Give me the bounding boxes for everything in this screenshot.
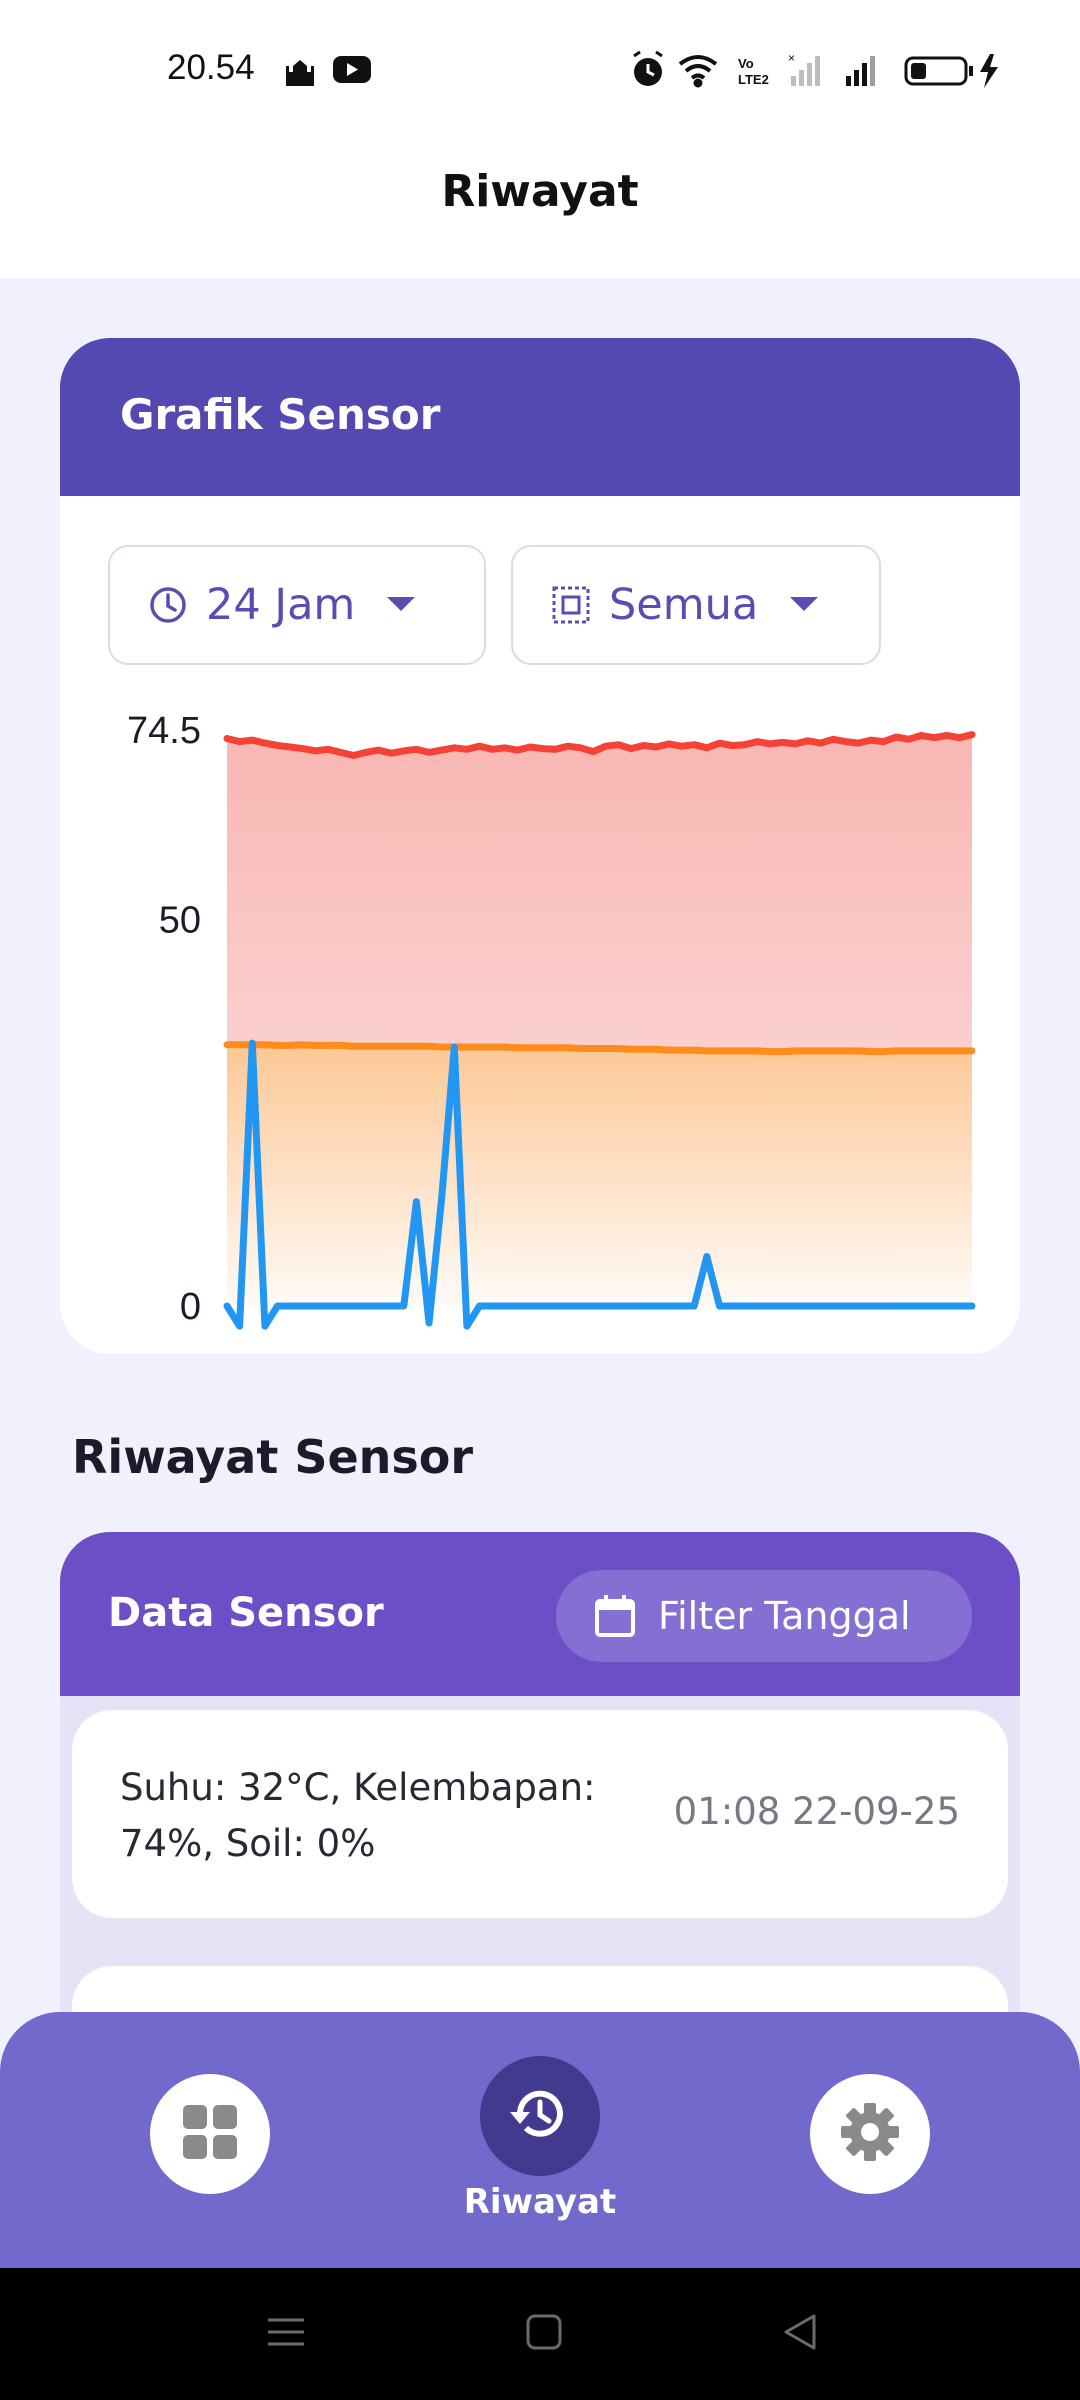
battery-icon (904, 56, 973, 86)
nav-history-button[interactable] (480, 2056, 600, 2176)
alarm-icon (633, 50, 663, 86)
nav-settings-button[interactable] (810, 2074, 930, 2194)
back-icon[interactable] (780, 2312, 820, 2356)
status-left-icons (285, 52, 375, 92)
nav-history-label: Riwayat (463, 2182, 617, 2222)
system-navigation-bar (0, 2268, 1080, 2400)
signal-weak-icon: × (788, 51, 820, 86)
filter-date-label: Filter Tanggal (658, 1594, 911, 1638)
nav-dashboard-button[interactable] (150, 2074, 270, 2194)
menu-icon[interactable] (266, 2312, 306, 2356)
list-item[interactable] (72, 1966, 1008, 2012)
sensor-reading-text: Suhu: 32°C, Kelembapan: 74%, Soil: 0% (120, 1766, 596, 1865)
sensor-reading-time: 01:08 22-09-25 (673, 1790, 960, 1833)
status-right-icons: Vo LTE2 × (628, 50, 1008, 94)
youtube-icon (333, 56, 371, 83)
calendar-icon (594, 1594, 636, 1638)
svg-text:×: × (788, 51, 795, 65)
mosque-icon (286, 60, 314, 86)
history-icon (508, 2082, 572, 2150)
page-title: Riwayat (441, 166, 639, 217)
charging-icon (980, 54, 998, 88)
dashboard-icon (182, 2104, 238, 2164)
wifi-icon (678, 55, 718, 88)
sensor-history-panel: Data Sensor Filter Tanggal Suhu: 32°C, K… (60, 1532, 1020, 2012)
app-bar: Riwayat (0, 140, 1080, 278)
y-tick-label: 50 (159, 899, 201, 941)
status-bar: 20.54 Vo LTE2 × (0, 0, 1080, 140)
history-section-title: Riwayat Sensor (72, 1430, 474, 1484)
y-tick-label: 74.5 (127, 710, 201, 752)
series-2-area (227, 1044, 972, 1306)
sensor-history-title: Data Sensor (108, 1590, 384, 1636)
sensor-chart: 74.5 50 0 (127, 710, 976, 1330)
y-tick-label: 0 (180, 1286, 201, 1328)
signal-icon (846, 56, 875, 86)
filter-date-button[interactable]: Filter Tanggal (556, 1570, 972, 1662)
svg-text:Vo: Vo (738, 56, 754, 71)
volte-icon: Vo LTE2 (738, 56, 769, 87)
list-item[interactable]: Suhu: 32°C, Kelembapan: 74%, Soil: 0% 01… (72, 1710, 1008, 1918)
svg-text:LTE2: LTE2 (738, 72, 769, 87)
status-time: 20.54 (167, 48, 255, 87)
chart-card: Grafik Sensor 24 Jam Semua 74.5 50 0 (60, 338, 1020, 1354)
home-icon[interactable] (524, 2312, 564, 2356)
settings-icon (839, 2101, 901, 2167)
bottom-navigation: Riwayat (0, 2012, 1080, 2268)
sensor-history-header: Data Sensor Filter Tanggal (60, 1532, 1020, 1696)
